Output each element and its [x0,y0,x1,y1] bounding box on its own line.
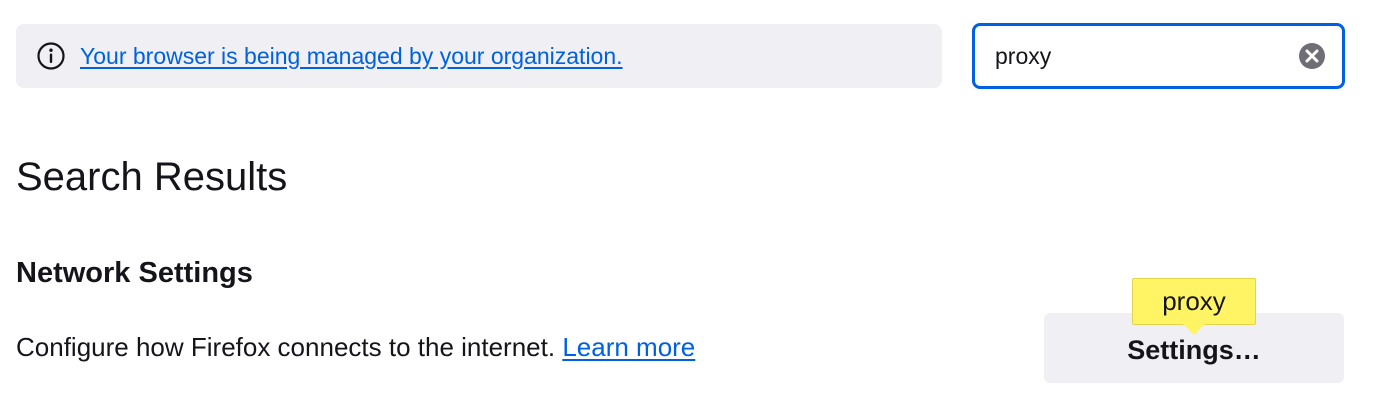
learn-more-link[interactable]: Learn more [562,332,695,362]
network-settings-description: Configure how Firefox connects to the in… [16,332,695,363]
search-input[interactable] [995,42,1298,70]
search-highlight-tooltip: proxy [1132,278,1256,325]
info-icon [36,41,66,71]
managed-policy-notice: Your browser is being managed by your or… [16,24,942,88]
clear-icon[interactable] [1298,42,1326,70]
network-settings-heading: Network Settings [16,257,253,289]
description-text: Configure how Firefox connects to the in… [16,332,556,362]
preferences-page: Your browser is being managed by your or… [0,0,1380,410]
search-results-title: Search Results [16,155,288,199]
search-box[interactable] [972,23,1345,89]
managed-policy-link[interactable]: Your browser is being managed by your or… [80,43,623,70]
